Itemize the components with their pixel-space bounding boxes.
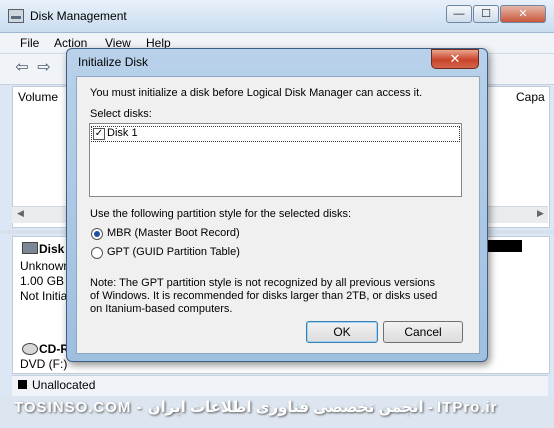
column-volume[interactable]: Volume bbox=[18, 90, 58, 104]
ok-button[interactable]: OK bbox=[306, 321, 378, 343]
maximize-button[interactable]: ☐ bbox=[473, 5, 499, 23]
unallocated-swatch bbox=[18, 380, 27, 389]
unallocated-legend-label: Unallocated bbox=[32, 378, 96, 392]
scroll-right-icon[interactable]: ▶ bbox=[537, 208, 544, 219]
scroll-left-icon[interactable]: ◀ bbox=[17, 208, 24, 219]
window-close-button[interactable]: ✕ bbox=[500, 5, 546, 23]
cancel-button[interactable]: Cancel bbox=[383, 321, 463, 343]
partition-style-label: Use the following partition style for th… bbox=[90, 208, 352, 220]
select-disks-label: Select disks: bbox=[90, 108, 152, 120]
disk-list-item[interactable] bbox=[91, 126, 460, 142]
disk1-checkbox[interactable]: ✓ bbox=[93, 128, 105, 140]
menu-file[interactable]: File bbox=[20, 36, 39, 50]
maximize-icon: ☐ bbox=[481, 8, 491, 20]
minimize-icon: — bbox=[453, 8, 465, 20]
disk1-list-label[interactable]: Disk 1 bbox=[107, 127, 138, 139]
cdrom-type: DVD (F:) bbox=[20, 357, 68, 371]
minimize-button[interactable]: — bbox=[446, 5, 472, 23]
arrow-left-icon[interactable]: ⇦ bbox=[13, 60, 31, 76]
disk-management-icon bbox=[8, 9, 24, 23]
column-capacity[interactable]: Capa bbox=[516, 90, 545, 104]
gpt-radio[interactable] bbox=[91, 247, 103, 259]
dialog-close-button[interactable]: ✕ bbox=[431, 49, 479, 69]
mbr-radio[interactable] bbox=[91, 228, 103, 240]
arrow-right-icon[interactable]: ⇨ bbox=[35, 60, 53, 76]
disk1-size: 1.00 GB bbox=[20, 274, 65, 288]
disk1-type: Unknown bbox=[20, 259, 71, 273]
mbr-label[interactable]: MBR (Master Boot Record) bbox=[107, 227, 240, 239]
watermark: TOSINSO.COM - انجمن تخصصی فناوری اطلاعات… bbox=[14, 399, 498, 416]
gpt-label[interactable]: GPT (GUID Partition Table) bbox=[107, 246, 240, 258]
dialog-intro: You must initialize a disk before Logica… bbox=[90, 87, 423, 99]
dialog-title: Initialize Disk bbox=[78, 55, 149, 69]
close-icon: ✕ bbox=[518, 8, 528, 20]
disk-icon bbox=[22, 242, 38, 254]
gpt-note: Note: The GPT partition style is not rec… bbox=[90, 277, 438, 315]
cd-icon bbox=[22, 343, 38, 355]
close-icon: ✕ bbox=[449, 51, 461, 66]
checkmark-icon: ✓ bbox=[94, 128, 104, 139]
window-title: Disk Management bbox=[30, 9, 127, 23]
